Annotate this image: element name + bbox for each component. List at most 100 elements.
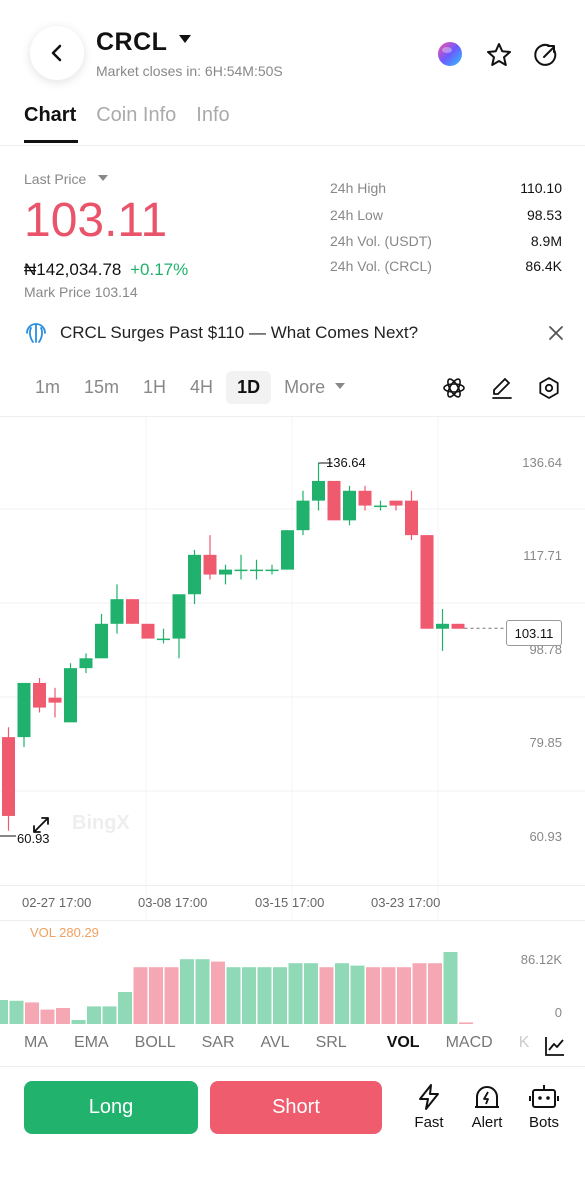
settings-icon[interactable] bbox=[535, 374, 563, 402]
volume-bar bbox=[40, 1009, 55, 1024]
caret-down-icon bbox=[98, 175, 109, 182]
tab-coin-info[interactable]: Coin Info bbox=[96, 104, 176, 127]
close-icon[interactable] bbox=[548, 325, 564, 341]
indicator-sar[interactable]: SAR bbox=[202, 1034, 235, 1052]
volume-bar bbox=[459, 1022, 473, 1024]
interval-1m[interactable]: 1m bbox=[24, 371, 71, 404]
volume-bar bbox=[319, 967, 334, 1024]
candle-body bbox=[64, 668, 77, 723]
interval-4h[interactable]: 4H bbox=[179, 371, 224, 404]
vol-y-tick: 0 bbox=[554, 1005, 562, 1020]
stat-24h-low: 24h Low 98.53 bbox=[330, 207, 562, 223]
volume-bar bbox=[381, 967, 396, 1024]
star-icon[interactable] bbox=[483, 39, 515, 71]
indicator-vol[interactable]: VOL bbox=[387, 1034, 420, 1052]
volume-bar bbox=[102, 1006, 117, 1024]
volume-bar bbox=[273, 967, 287, 1024]
candle-body bbox=[33, 682, 46, 708]
ai-orb-icon[interactable] bbox=[434, 38, 466, 70]
volume-bar bbox=[412, 963, 427, 1024]
volume-bar bbox=[288, 963, 303, 1024]
tab-chart[interactable]: Chart bbox=[24, 104, 76, 127]
candle-body bbox=[126, 599, 139, 624]
y-tick-label: 79.85 bbox=[529, 735, 562, 750]
divider bbox=[0, 885, 585, 886]
indicator-atom-icon[interactable] bbox=[440, 374, 468, 402]
back-button[interactable] bbox=[30, 26, 84, 80]
candle-body bbox=[358, 490, 372, 506]
indicator-avl[interactable]: AVL bbox=[261, 1034, 290, 1052]
alert-button[interactable]: Alert bbox=[462, 1083, 512, 1131]
candle-body bbox=[296, 500, 310, 531]
volume-bar bbox=[443, 952, 458, 1024]
short-button[interactable]: Short bbox=[210, 1081, 382, 1134]
interval-15m[interactable]: 15m bbox=[73, 371, 130, 404]
candle-body bbox=[203, 554, 217, 575]
volume-bar bbox=[9, 1000, 24, 1024]
news-banner[interactable]: CRCL Surges Past $110 — What Comes Next? bbox=[24, 318, 564, 348]
volume-bar bbox=[242, 967, 256, 1024]
stat-value: 98.53 bbox=[526, 207, 562, 223]
indicator-ema[interactable]: EMA bbox=[74, 1034, 109, 1052]
candle-body bbox=[265, 569, 279, 572]
stat-label: 24h Vol. (USDT) bbox=[330, 233, 432, 249]
last-price-selector[interactable]: Last Price bbox=[24, 171, 109, 187]
indicator-ma[interactable]: MA bbox=[24, 1034, 48, 1052]
indicator-chart-icon[interactable] bbox=[543, 1034, 567, 1058]
volume-bar bbox=[195, 959, 210, 1024]
y-tick-label: 117.71 bbox=[523, 548, 562, 563]
stat-label: 24h High bbox=[330, 180, 387, 196]
interval-more[interactable]: More bbox=[273, 371, 356, 404]
x-tick-label: 03-15 17:00 bbox=[255, 895, 325, 910]
candle-body bbox=[250, 569, 263, 572]
interval-1d[interactable]: 1D bbox=[226, 370, 272, 404]
candle-body bbox=[95, 623, 108, 659]
indicator-srl[interactable]: SRL bbox=[316, 1034, 347, 1052]
volume-bar bbox=[0, 1000, 8, 1024]
candle-body bbox=[110, 599, 124, 624]
candle-body bbox=[389, 500, 403, 506]
indicator-boll[interactable]: BOLL bbox=[135, 1034, 176, 1052]
tab-info[interactable]: Info bbox=[196, 104, 229, 127]
volume-bar bbox=[366, 967, 380, 1024]
stat-value: 110.10 bbox=[520, 180, 562, 196]
candle-body bbox=[436, 623, 449, 629]
vol-y-tick: 86.12K bbox=[520, 952, 562, 967]
x-tick-label: 03-08 17:00 bbox=[138, 895, 208, 910]
x-tick-label: 03-23 17:00 bbox=[371, 895, 441, 910]
symbol-label: CRCL bbox=[96, 28, 168, 56]
interval-1h[interactable]: 1H bbox=[132, 371, 177, 404]
y-tick-label: 60.93 bbox=[529, 829, 562, 844]
stat-value: 86.4K bbox=[525, 258, 562, 274]
alert-label: Alert bbox=[471, 1114, 503, 1131]
expand-icon[interactable] bbox=[30, 814, 52, 836]
candle-body bbox=[2, 737, 15, 816]
divider bbox=[0, 920, 585, 921]
bots-button[interactable]: Bots bbox=[519, 1083, 569, 1131]
candle-body bbox=[312, 480, 325, 501]
price-chart[interactable]: BingX bbox=[0, 417, 585, 922]
alarm-icon bbox=[475, 1086, 499, 1108]
mark-price: Mark Price 103.14 bbox=[24, 284, 138, 300]
indicator-bar: MA EMA BOLL SAR AVL SRL VOL MACD K bbox=[24, 1034, 568, 1052]
indicator-k[interactable]: K bbox=[519, 1034, 530, 1052]
news-logo-icon bbox=[26, 323, 46, 343]
share-icon[interactable] bbox=[530, 39, 562, 71]
divider bbox=[0, 1066, 585, 1067]
volume-label: VOL 280.29 bbox=[30, 925, 99, 940]
draw-pencil-icon[interactable] bbox=[488, 374, 516, 402]
stat-24h-high: 24h High 110.10 bbox=[330, 180, 562, 196]
interval-selector: 1m 15m 1H 4H 1D More bbox=[24, 370, 358, 404]
symbol-title[interactable]: CRCL bbox=[96, 28, 192, 57]
lightning-icon bbox=[419, 1084, 439, 1110]
active-tab-indicator bbox=[24, 140, 78, 143]
long-button[interactable]: Long bbox=[24, 1081, 198, 1134]
volume-bar bbox=[133, 967, 148, 1024]
indicator-macd[interactable]: MACD bbox=[446, 1034, 493, 1052]
volume-bar bbox=[350, 965, 365, 1024]
volume-bar bbox=[211, 961, 225, 1024]
candle-body bbox=[48, 697, 62, 703]
fast-button[interactable]: Fast bbox=[404, 1083, 454, 1131]
stat-24h-vol-usdt: 24h Vol. (USDT) 8.9M bbox=[330, 233, 562, 249]
candle-body bbox=[281, 530, 294, 570]
